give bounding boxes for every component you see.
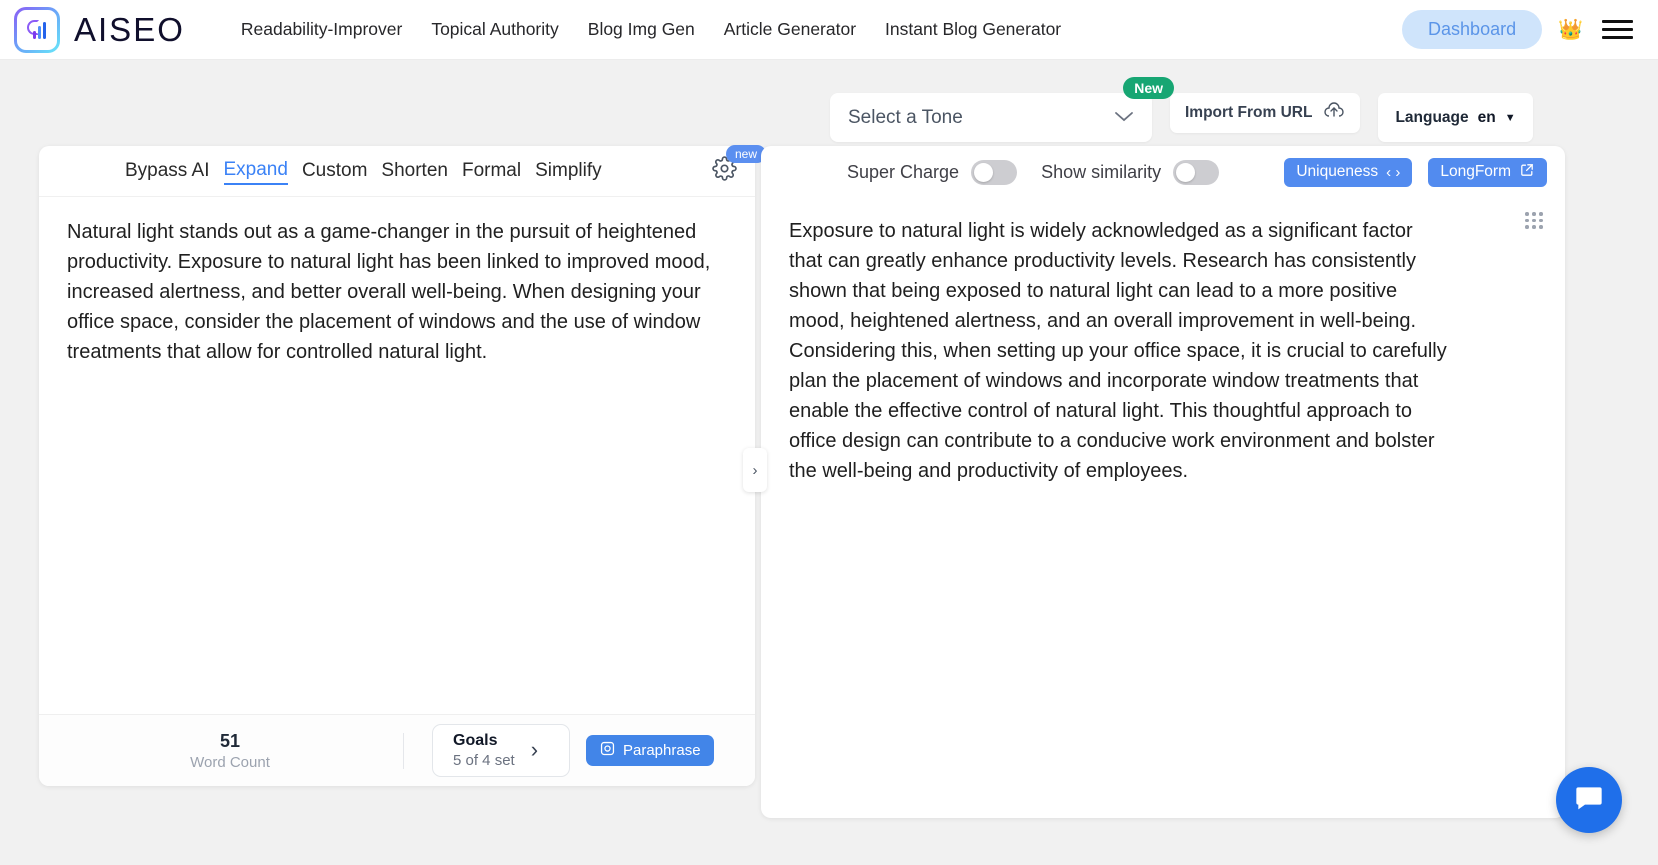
panel-collapse-handle[interactable]: › xyxy=(743,448,767,492)
nav-right-actions: Dashboard 👑 xyxy=(1402,10,1636,49)
tone-select-wrapper: Select a Tone New xyxy=(830,77,1174,142)
brand-name: AISEO xyxy=(74,10,185,48)
show-similarity-group: Show similarity xyxy=(1041,159,1220,185)
tone-select-label: Select a Tone xyxy=(848,106,963,128)
footer-divider xyxy=(403,732,404,769)
source-panel-footer: 51 Word Count Goals 5 of 4 set › Paraphr… xyxy=(39,714,755,786)
paraphrase-label: Paraphrase xyxy=(623,742,701,759)
cloud-upload-icon xyxy=(1323,101,1345,125)
word-count-value: 51 xyxy=(219,731,241,751)
tab-shorten[interactable]: Shorten xyxy=(381,158,448,184)
caret-down-icon: ▼ xyxy=(1504,111,1516,124)
uniqueness-arrows-icon: ‹ › xyxy=(1386,163,1401,181)
output-toolbar: Super Charge Show similarity Uniqueness … xyxy=(761,146,1565,198)
aiseo-logo-icon xyxy=(14,7,60,53)
tone-new-badge: New xyxy=(1123,77,1174,99)
language-value: en xyxy=(1477,108,1496,126)
word-count-block: 51 Word Count xyxy=(65,730,395,771)
tab-formal[interactable]: Formal xyxy=(462,158,521,184)
settings-new-badge: new xyxy=(726,145,767,163)
output-text-panel: Super Charge Show similarity Uniqueness … xyxy=(761,146,1565,818)
nav-link-instant-blog-generator[interactable]: Instant Blog Generator xyxy=(885,19,1061,40)
tab-simplify[interactable]: Simplify xyxy=(535,158,602,184)
word-count-label: Word Count xyxy=(190,754,270,771)
language-selector[interactable]: Language en ▼ xyxy=(1378,93,1533,142)
chevron-down-icon xyxy=(1114,109,1134,126)
super-charge-toggle[interactable] xyxy=(971,159,1018,185)
super-charge-group: Super Charge xyxy=(847,159,1018,185)
nav-link-readability-improver[interactable]: Readability-Improver xyxy=(241,19,402,40)
nav-link-blog-img-gen[interactable]: Blog Img Gen xyxy=(588,19,695,40)
paraphrase-icon xyxy=(599,740,616,761)
paraphrase-button[interactable]: Paraphrase xyxy=(586,735,714,766)
goals-subtitle: 5 of 4 set xyxy=(453,752,515,769)
language-label: Language xyxy=(1395,108,1469,126)
editor-options-row: Select a Tone New Import From URL Langua… xyxy=(830,77,1533,142)
crown-icon[interactable]: 👑 xyxy=(1558,17,1583,42)
goals-title: Goals xyxy=(453,732,498,749)
import-from-url-button[interactable]: Import From URL xyxy=(1170,93,1361,133)
mode-tabs: Bypass AI Expand Custom Shorten Formal S… xyxy=(39,145,767,197)
drag-handle-icon[interactable] xyxy=(1525,212,1543,229)
output-toolbar-actions: Uniqueness ‹ › LongForm xyxy=(1284,157,1547,187)
goals-button[interactable]: Goals 5 of 4 set › xyxy=(432,724,570,777)
settings-wrapper: new xyxy=(712,145,767,186)
show-similarity-toggle[interactable] xyxy=(1173,159,1220,185)
tab-expand[interactable]: Expand xyxy=(223,157,288,185)
top-navigation-bar: AISEO Readability-Improver Topical Autho… xyxy=(0,0,1658,60)
chat-support-button[interactable] xyxy=(1556,767,1622,833)
super-charge-label: Super Charge xyxy=(847,161,960,182)
source-text: Natural light stands out as a game-chang… xyxy=(67,221,711,363)
nav-link-article-generator[interactable]: Article Generator xyxy=(724,19,856,40)
tab-bypass-ai[interactable]: Bypass AI xyxy=(125,158,210,184)
source-text-panel: Bypass AI Expand Custom Shorten Formal S… xyxy=(39,145,767,786)
chat-bubble-icon xyxy=(1573,782,1605,819)
app-root: AISEO Readability-Improver Topical Autho… xyxy=(0,0,1658,865)
import-from-url-label: Import From URL xyxy=(1185,104,1313,121)
dashboard-button[interactable]: Dashboard xyxy=(1402,10,1543,49)
longform-button[interactable]: LongForm xyxy=(1428,157,1547,187)
chevron-right-icon: › xyxy=(530,737,539,762)
show-similarity-label: Show similarity xyxy=(1041,161,1162,182)
output-text-editor[interactable]: Exposure to natural light is widely ackn… xyxy=(761,198,1565,818)
external-link-icon xyxy=(1519,162,1535,183)
tab-custom[interactable]: Custom xyxy=(302,158,367,184)
output-text: Exposure to natural light is widely ackn… xyxy=(789,220,1447,482)
source-text-editor[interactable]: Natural light stands out as a game-chang… xyxy=(39,197,755,714)
uniqueness-label: Uniqueness xyxy=(1296,163,1379,180)
nav-link-topical-authority[interactable]: Topical Authority xyxy=(431,19,558,40)
nav-links: Readability-Improver Topical Authority B… xyxy=(241,19,1061,40)
tone-select[interactable]: Select a Tone xyxy=(830,93,1152,142)
hamburger-icon[interactable] xyxy=(1599,17,1636,42)
uniqueness-button[interactable]: Uniqueness ‹ › xyxy=(1284,157,1413,187)
brand-logo[interactable]: AISEO xyxy=(14,7,185,53)
longform-label: LongForm xyxy=(1440,163,1511,180)
